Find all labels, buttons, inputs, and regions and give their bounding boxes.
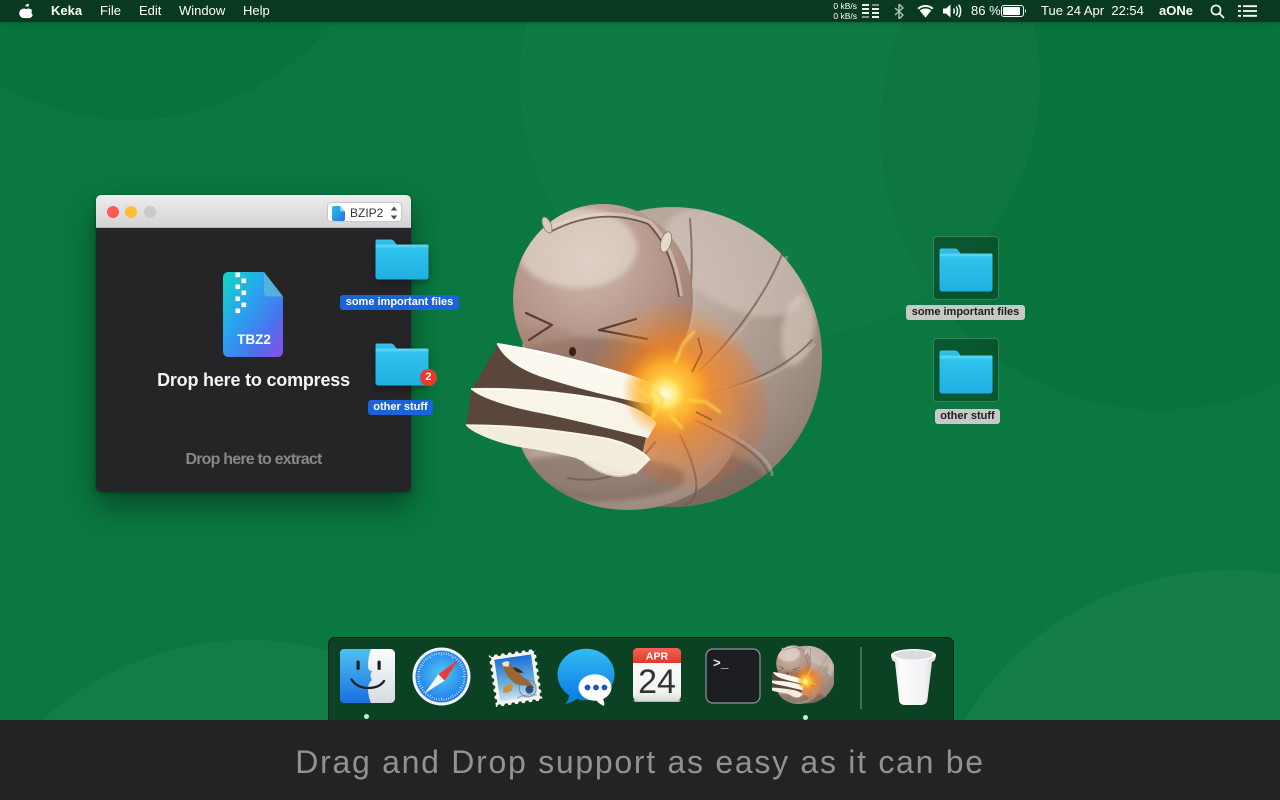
svg-text:TBZ2: TBZ2: [237, 332, 271, 347]
svg-text:APR: APR: [646, 651, 669, 663]
svg-text:24: 24: [638, 663, 676, 701]
svg-text:>_: >_: [713, 656, 729, 671]
